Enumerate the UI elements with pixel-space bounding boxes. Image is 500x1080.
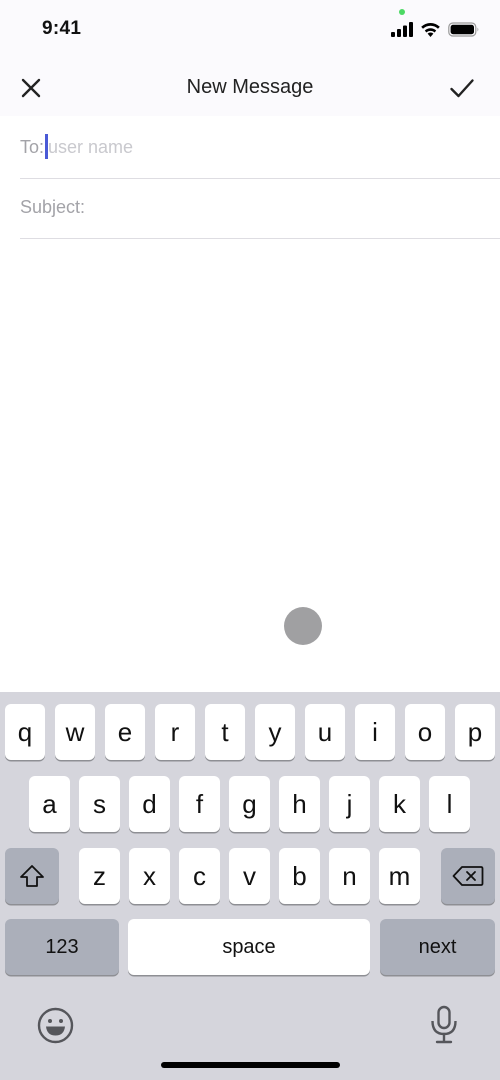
key-w[interactable]: w [55,704,95,760]
numbers-key[interactable]: 123 [5,919,119,975]
key-j[interactable]: j [329,776,370,832]
key-u[interactable]: u [305,704,345,760]
keyboard: q w e r t y u i o p a s d f g h j k l z … [0,692,500,1080]
subject-input[interactable] [92,194,492,220]
key-n[interactable]: n [329,848,370,904]
key-b[interactable]: b [279,848,320,904]
shift-icon [20,865,44,887]
key-k[interactable]: k [379,776,420,832]
key-g[interactable]: g [229,776,270,832]
to-input[interactable] [48,134,488,160]
key-v[interactable]: v [229,848,270,904]
checkmark-icon[interactable] [449,77,475,99]
key-q[interactable]: q [5,704,45,760]
key-x[interactable]: x [129,848,170,904]
to-field[interactable]: To: [20,118,500,179]
key-e[interactable]: e [105,704,145,760]
touch-indicator [284,607,322,645]
key-i[interactable]: i [355,704,395,760]
subject-label: Subject: [20,197,86,217]
space-key[interactable]: space [128,919,370,975]
backspace-icon [452,866,484,886]
key-p[interactable]: p [455,704,495,760]
key-t[interactable]: t [205,704,245,760]
next-key[interactable]: next [380,919,495,975]
key-c[interactable]: c [179,848,220,904]
status-bar: 9:41 [0,0,500,58]
key-f[interactable]: f [179,776,220,832]
home-indicator[interactable] [161,1062,340,1068]
key-l[interactable]: l [429,776,470,832]
key-y[interactable]: y [255,704,295,760]
key-m[interactable]: m [379,848,420,904]
navigation-bar: New Message [0,58,500,116]
microphone-icon[interactable] [429,1005,459,1045]
battery-icon [448,22,479,37]
key-s[interactable]: s [79,776,120,832]
cellular-signal-icon [391,22,413,37]
key-r[interactable]: r [155,704,195,760]
emoji-icon[interactable] [37,1007,74,1044]
key-h[interactable]: h [279,776,320,832]
key-d[interactable]: d [129,776,170,832]
key-a[interactable]: a [29,776,70,832]
key-z[interactable]: z [79,848,120,904]
privacy-indicator-dot [399,9,405,15]
key-o[interactable]: o [405,704,445,760]
delete-key[interactable] [441,848,495,904]
text-caret [45,134,48,159]
page-title: New Message [186,76,314,98]
wifi-icon [421,22,440,37]
to-label: To: [20,137,45,157]
shift-key[interactable] [5,848,59,904]
status-time: 9:41 [42,18,82,39]
subject-field[interactable]: Subject: [20,178,500,239]
